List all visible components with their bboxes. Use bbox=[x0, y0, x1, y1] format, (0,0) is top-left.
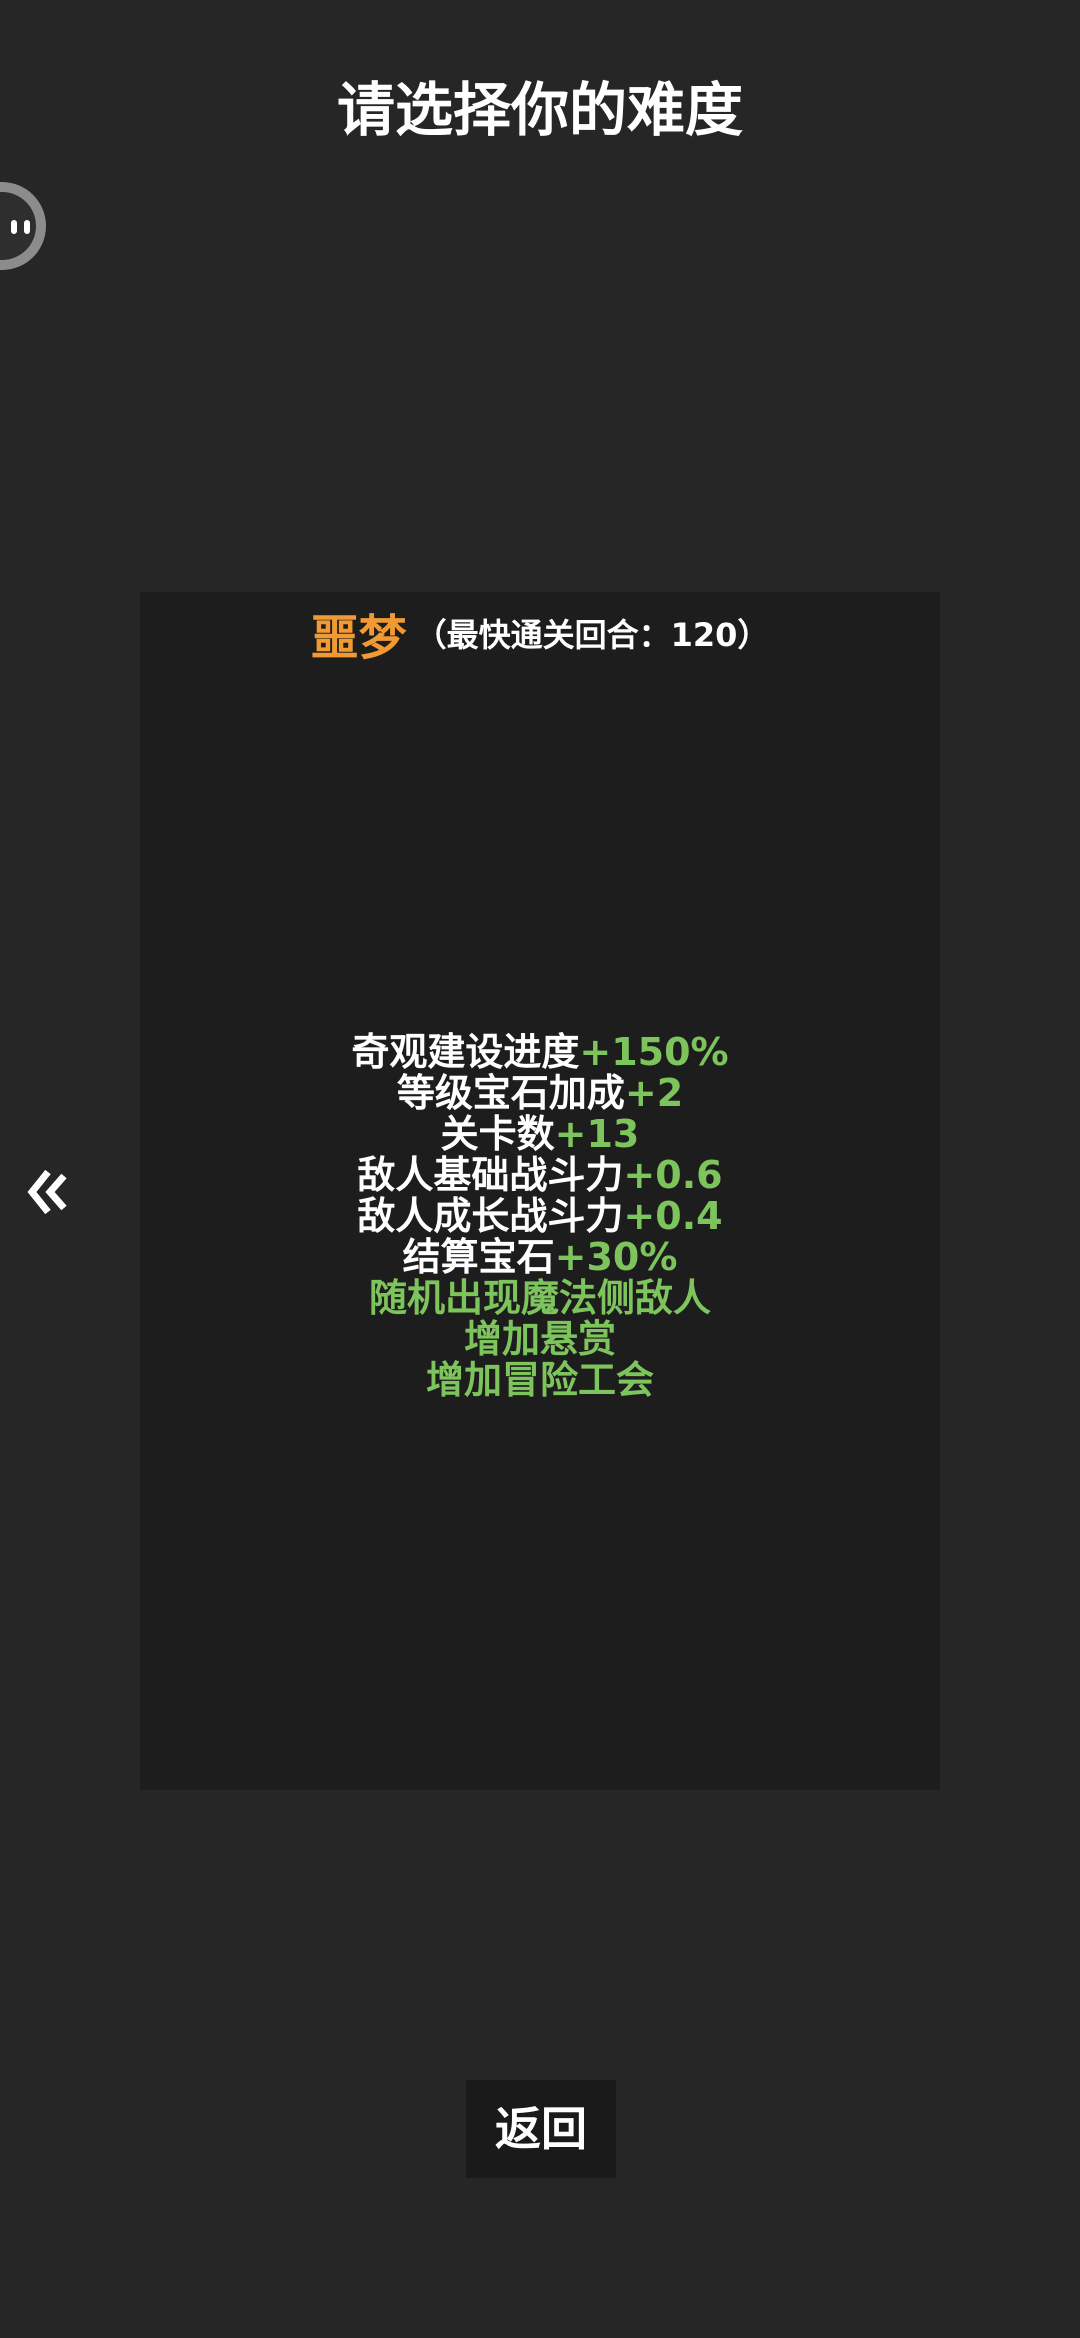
bonus-value: +0.4 bbox=[623, 1194, 723, 1238]
bonus-row-wonder-progress: 奇观建设进度+150% bbox=[140, 1032, 940, 1073]
bonus-row-level-gem: 等级宝石加成+2 bbox=[140, 1073, 940, 1114]
bonus-value: +2 bbox=[624, 1071, 684, 1115]
bonus-row-enemy-base-power: 敌人基础战斗力+0.6 bbox=[140, 1155, 940, 1196]
assistant-bubble-icon[interactable] bbox=[0, 182, 46, 270]
double-chevron-left-icon[interactable] bbox=[26, 1166, 72, 1218]
difficulty-name: 噩梦 bbox=[310, 610, 407, 666]
back-button[interactable]: 返回 bbox=[466, 2080, 616, 2178]
bonus-value: +150% bbox=[579, 1030, 729, 1074]
prev-difficulty-arrow bbox=[27, 1169, 67, 1215]
bonus-label: 敌人基础战斗力 bbox=[357, 1153, 624, 1197]
difficulty-select-screen: 请选择你的难度 噩梦 （最快通关回合：120） 奇观建设进度+150% 等级宝石加… bbox=[0, 0, 1080, 2338]
bonus-label: 敌人成长战斗力 bbox=[357, 1194, 624, 1238]
assistant-eye-left bbox=[11, 220, 17, 234]
difficulty-modifiers: 奇观建设进度+150% 等级宝石加成+2 关卡数+13 敌人基础战斗力+0.6 … bbox=[140, 1032, 940, 1401]
bonus-row-enemy-growth-power: 敌人成长战斗力+0.4 bbox=[140, 1196, 940, 1237]
difficulty-card[interactable]: 噩梦 （最快通关回合：120） 奇观建设进度+150% 等级宝石加成+2 关卡数+… bbox=[140, 592, 940, 1790]
bonus-value: +30% bbox=[554, 1235, 678, 1279]
difficulty-header: 噩梦 （最快通关回合：120） bbox=[140, 592, 940, 668]
bonus-value: +13 bbox=[554, 1112, 640, 1156]
feature-bounties: 增加悬赏 bbox=[463, 1317, 616, 1361]
feature-adventure-guild: 增加冒险工会 bbox=[425, 1358, 654, 1402]
bonus-label: 等级宝石加成 bbox=[396, 1071, 625, 1115]
bonus-row-settlement-gem: 结算宝石+30% bbox=[140, 1237, 940, 1278]
assistant-eye-right bbox=[24, 220, 30, 234]
fastest-clear-rounds: （最快通关回合：120） bbox=[414, 616, 770, 654]
bonus-label: 结算宝石 bbox=[402, 1235, 555, 1279]
assistant-face bbox=[0, 192, 36, 260]
bonus-row-stage-count: 关卡数+13 bbox=[140, 1114, 940, 1155]
page-title: 请选择你的难度 bbox=[336, 76, 743, 144]
bonus-value: +0.6 bbox=[623, 1153, 723, 1197]
feature-magic-enemies: 随机出现魔法侧敌人 bbox=[368, 1276, 711, 1320]
bonus-label: 关卡数 bbox=[440, 1112, 555, 1156]
bonus-label: 奇观建设进度 bbox=[351, 1030, 580, 1074]
